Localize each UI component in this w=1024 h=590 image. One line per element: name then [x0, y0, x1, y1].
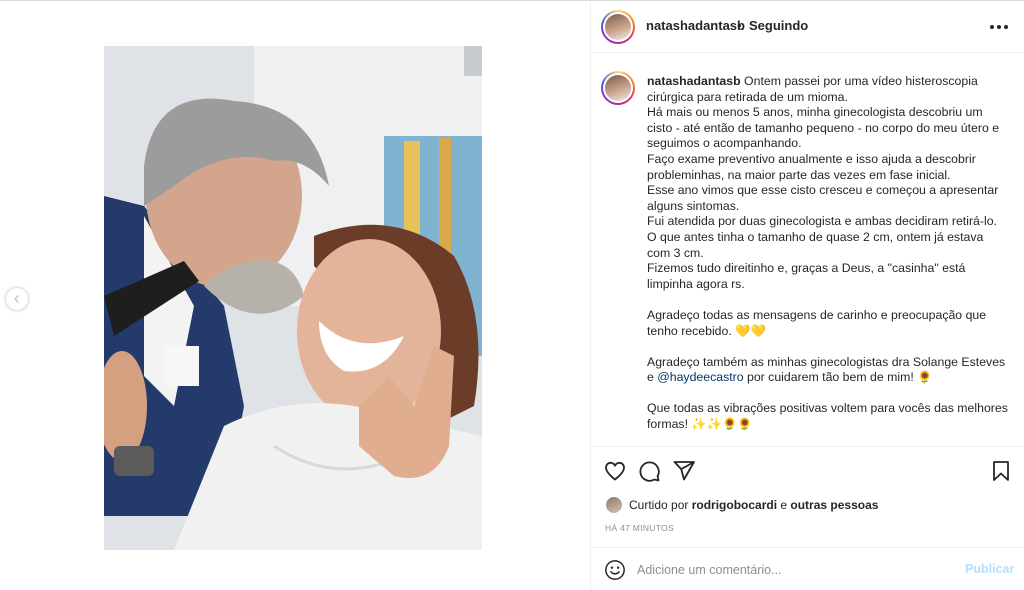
caption-mention-link[interactable]: @haydeecastro — [657, 370, 743, 384]
post-sidebar: natashadantasb • Seguindo natashadantasb… — [591, 1, 1024, 590]
liker-avatar[interactable] — [606, 497, 622, 513]
comment-icon[interactable] — [637, 459, 661, 483]
post-timestamp[interactable]: HÁ 47 MINUTOS — [605, 523, 674, 533]
publish-button[interactable]: Publicar — [965, 562, 1014, 576]
photo-illustration — [104, 46, 482, 550]
media-pane — [0, 1, 590, 590]
bookmark-icon[interactable] — [989, 459, 1013, 483]
prev-media-button[interactable] — [5, 287, 29, 311]
chevron-left-icon — [13, 294, 20, 304]
post-photo[interactable] — [104, 46, 482, 550]
dot — [997, 25, 1001, 29]
avatar-ring — [603, 73, 633, 103]
actions-section: Curtido por rodrigobocardi e outras pess… — [591, 446, 1024, 590]
comment-input[interactable] — [637, 560, 937, 580]
more-options-icon[interactable] — [989, 17, 1009, 37]
post-header: natashadantasb • Seguindo — [591, 1, 1024, 53]
likes-middle: e — [777, 498, 791, 512]
avatar[interactable] — [601, 10, 635, 44]
comment-bar: Publicar — [591, 547, 1024, 590]
dot — [990, 25, 994, 29]
caption-area: natashadantasb Ontem passei por uma víde… — [591, 54, 1024, 446]
caption-avatar[interactable] — [601, 71, 635, 105]
caption-username[interactable]: natashadantasb — [647, 74, 741, 88]
header-username[interactable]: natashadantasb — [646, 18, 745, 33]
avatar-image — [605, 75, 631, 101]
heart-icon[interactable] — [603, 459, 627, 483]
avatar-ring — [603, 12, 633, 42]
caption-body: Ontem passei por uma vídeo histeroscopia… — [647, 74, 1006, 385]
follow-status-button[interactable]: Seguindo — [749, 18, 808, 33]
liker-username[interactable]: rodrigobocardi — [692, 498, 777, 512]
likes-others-link[interactable]: outras pessoas — [790, 498, 878, 512]
header-separator: • — [737, 18, 742, 33]
emoji-icon[interactable] — [604, 559, 626, 581]
likes-summary: Curtido por rodrigobocardi e outras pess… — [629, 498, 878, 512]
dot — [1004, 25, 1008, 29]
caption-text: natashadantasb Ontem passei por uma víde… — [647, 74, 1009, 433]
avatar-image — [605, 14, 631, 40]
share-icon[interactable] — [672, 459, 696, 483]
likes-prefix: Curtido por — [629, 498, 692, 512]
